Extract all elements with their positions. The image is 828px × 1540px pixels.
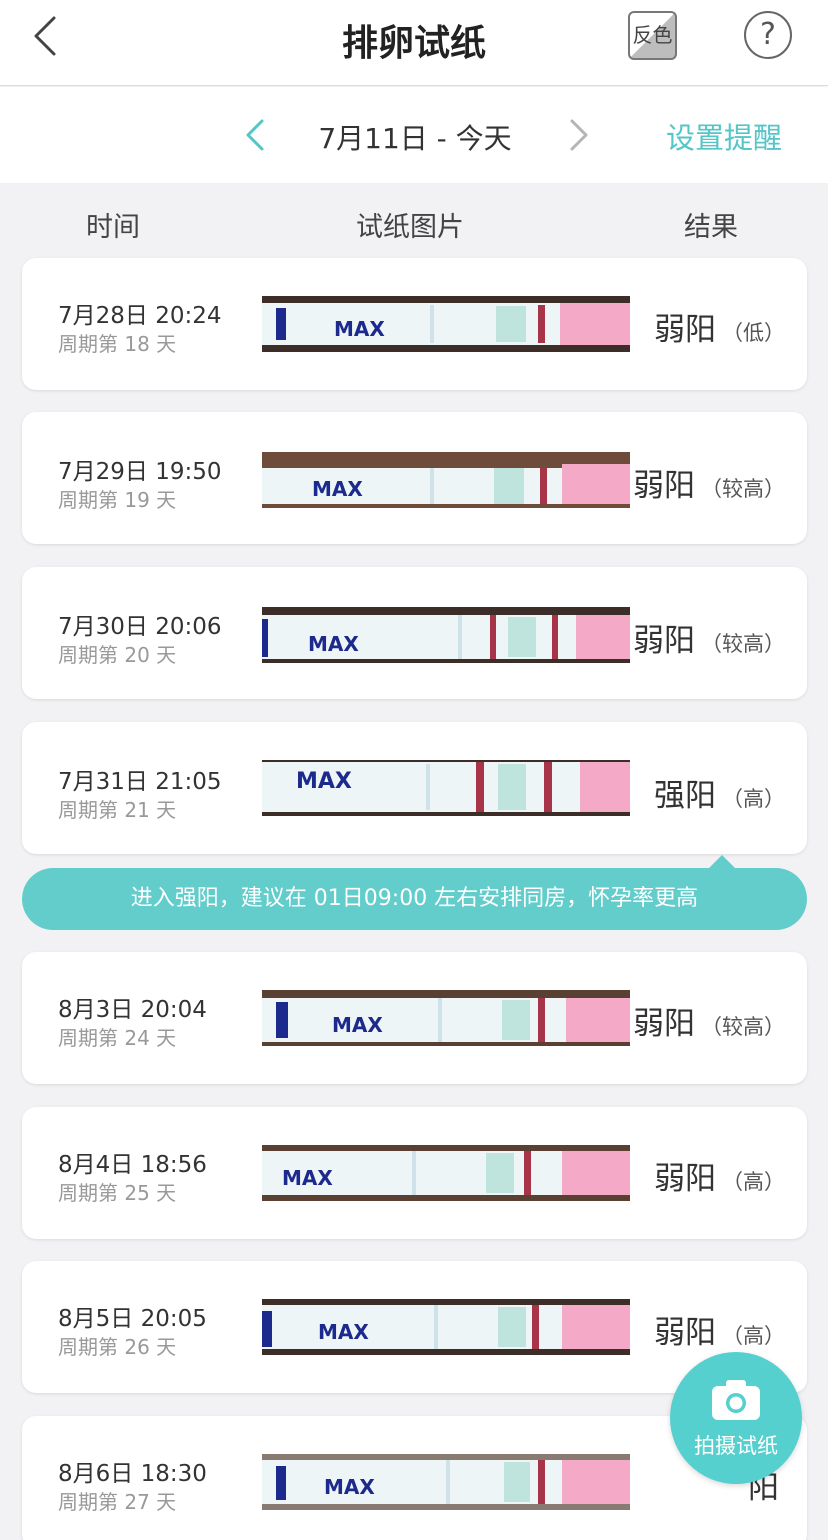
- record-datetime: 7月29日 19:50: [58, 459, 222, 485]
- nav-bar: 排卵试纸 反色 ?: [0, 0, 828, 86]
- result-text: 弱阳: [654, 312, 716, 348]
- strip-max-text: MAX: [324, 1475, 375, 1499]
- result-text: 弱阳: [654, 1315, 716, 1351]
- column-time: 时间: [86, 212, 140, 243]
- record-result: 强阳 （高）: [654, 770, 785, 815]
- column-picture: 试纸图片: [356, 212, 464, 243]
- record-cycle-day: 周期第 19 天: [58, 488, 177, 512]
- strip-max-text: MAX: [312, 477, 363, 501]
- previous-range-icon[interactable]: [240, 115, 270, 155]
- date-range-bar: 7月11日 - 今天 设置提醒: [0, 87, 828, 183]
- record-result: 弱阳 （较高）: [633, 460, 785, 505]
- result-text: 强阳: [654, 778, 716, 814]
- record-card[interactable]: 7月28日 20:24 周期第 18 天 MAX 弱阳 （低）: [22, 258, 807, 390]
- strip-max-text: MAX: [334, 317, 385, 341]
- result-text: 弱阳: [654, 1161, 716, 1197]
- set-reminder-button[interactable]: 设置提醒: [666, 115, 782, 157]
- ovulation-tip-banner: 进入强阳，建议在 01日09:00 左右安排同房，怀孕率更高: [22, 868, 807, 930]
- record-card[interactable]: 7月30日 20:06 周期第 20 天 MAX 弱阳 （较高）: [22, 567, 807, 699]
- strip-max-text: MAX: [282, 1166, 333, 1190]
- test-strip-image[interactable]: MAX: [262, 452, 630, 508]
- record-cycle-day: 周期第 18 天: [58, 332, 177, 356]
- record-result: 弱阳 （较高）: [633, 998, 785, 1043]
- test-strip-image[interactable]: MAX: [262, 1454, 630, 1510]
- strip-max-text: MAX: [318, 1320, 369, 1344]
- record-result: 弱阳 （低）: [654, 304, 785, 349]
- camera-icon: [712, 1380, 760, 1420]
- record-datetime: 7月30日 20:06: [58, 614, 222, 640]
- record-datetime: 8月3日 20:04: [58, 997, 207, 1023]
- invert-color-button[interactable]: 反色: [628, 11, 677, 60]
- test-strip-image[interactable]: MAX: [262, 1145, 630, 1201]
- test-strip-image[interactable]: MAX: [262, 607, 630, 663]
- test-strip-image[interactable]: MAX: [262, 296, 630, 352]
- record-cycle-day: 周期第 20 天: [58, 643, 177, 667]
- record-result: 弱阳 （较高）: [633, 615, 785, 660]
- result-level: （较高）: [701, 477, 785, 501]
- record-datetime: 7月28日 20:24: [58, 303, 222, 329]
- record-datetime: 8月4日 18:56: [58, 1152, 207, 1178]
- result-text: 弱阳: [633, 1006, 695, 1042]
- record-card[interactable]: 7月29日 19:50 周期第 19 天 MAX 弱阳 （较高）: [22, 412, 807, 544]
- next-range-icon[interactable]: [564, 115, 594, 155]
- page-title: 排卵试纸: [341, 23, 486, 64]
- result-level: （较高）: [701, 632, 785, 656]
- record-cycle-day: 周期第 21 天: [58, 798, 177, 822]
- take-photo-label: 拍摄试纸: [694, 1434, 778, 1458]
- result-level: （高）: [722, 787, 785, 811]
- record-datetime: 8月6日 18:30: [58, 1461, 207, 1487]
- record-card[interactable]: 7月31日 21:05 周期第 21 天 MAX 强阳 （高）: [22, 722, 807, 854]
- strip-max-text: MAX: [296, 769, 352, 794]
- result-text: 弱阳: [633, 468, 695, 504]
- strip-max-text: MAX: [332, 1013, 383, 1037]
- strip-max-text: MAX: [308, 632, 359, 656]
- column-result: 结果: [684, 212, 738, 243]
- result-level: （低）: [722, 321, 785, 345]
- record-cycle-day: 周期第 26 天: [58, 1335, 177, 1359]
- date-range-label: 7月11日 - 今天: [318, 122, 512, 155]
- record-cycle-day: 周期第 27 天: [58, 1490, 177, 1514]
- result-text: 弱阳: [633, 623, 695, 659]
- column-header: 时间 试纸图片 结果: [0, 183, 828, 263]
- record-datetime: 7月31日 21:05: [58, 769, 222, 795]
- result-level: （较高）: [701, 1015, 785, 1039]
- result-level: （高）: [722, 1324, 785, 1348]
- record-card[interactable]: 8月4日 18:56 周期第 25 天 MAX 弱阳 （高）: [22, 1107, 807, 1239]
- record-cycle-day: 周期第 24 天: [58, 1026, 177, 1050]
- record-card[interactable]: 8月3日 20:04 周期第 24 天 MAX 弱阳 （较高）: [22, 952, 807, 1084]
- record-result: 弱阳 （高）: [654, 1307, 785, 1352]
- test-strip-image[interactable]: MAX: [262, 990, 630, 1046]
- record-cycle-day: 周期第 25 天: [58, 1181, 177, 1205]
- test-strip-image[interactable]: MAX: [262, 760, 630, 816]
- record-datetime: 8月5日 20:05: [58, 1306, 207, 1332]
- record-result: 弱阳 （高）: [654, 1153, 785, 1198]
- take-photo-button[interactable]: 拍摄试纸: [670, 1352, 802, 1484]
- test-strip-image[interactable]: MAX: [262, 1299, 630, 1355]
- result-level: （高）: [722, 1170, 785, 1194]
- tip-arrow: [708, 855, 736, 869]
- help-button[interactable]: ?: [744, 11, 792, 59]
